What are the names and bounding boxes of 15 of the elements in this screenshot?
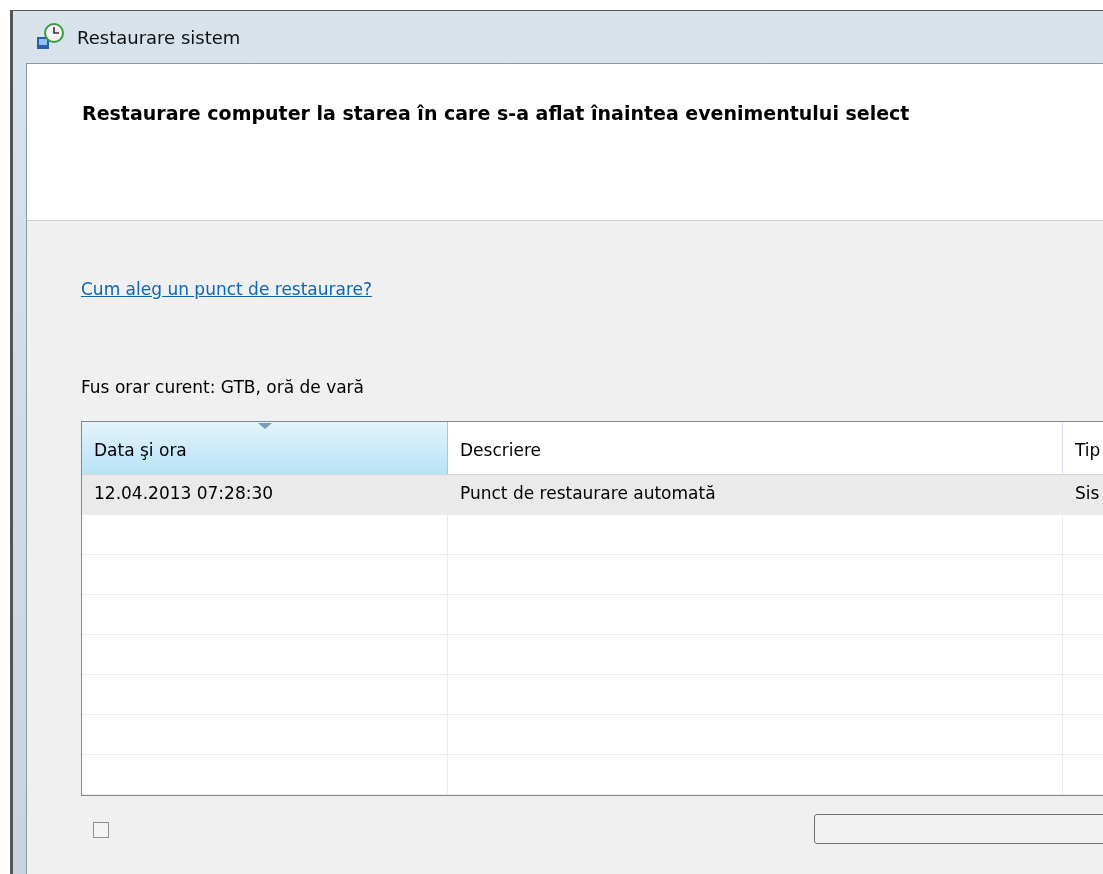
sort-arrow-icon [257,423,272,429]
column-header[interactable]: Descriere [448,422,1063,474]
restore-clock-icon [35,23,65,51]
table-cell: Sis [1063,475,1103,514]
button[interactable] [813,814,1103,844]
column-header[interactable]: Tip [1063,422,1103,474]
column-header[interactable]: Data şi ora [82,422,448,474]
help-link[interactable]: Cum aleg un punct de restaurare? [81,279,373,299]
page-heading: Restaurare computer la starea în care s-a aflat înaintea evenimentului select [82,102,910,124]
checkbox[interactable] [93,822,109,838]
table-row[interactable]: 12.04.2013 07:28:30 Punct de restaurare automată Sis [82,475,1103,515]
table-cell: 12.04.2013 07:28:30 [82,475,448,514]
timezone-label: Fus orar curent: GTB, oră de vară [81,377,366,397]
table-cell: Punct de restaurare automată [448,475,1063,514]
window-title: Restaurare sistem [77,26,241,48]
